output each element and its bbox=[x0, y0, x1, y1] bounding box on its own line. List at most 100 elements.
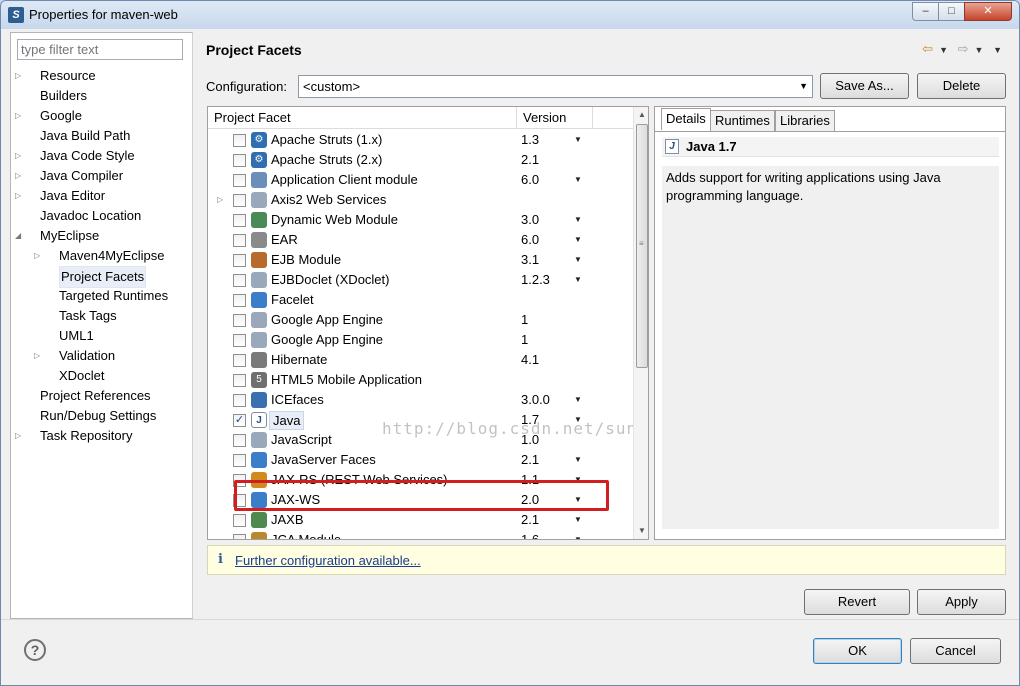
facet-checkbox[interactable] bbox=[233, 374, 246, 387]
facet-checkbox[interactable] bbox=[233, 394, 246, 407]
facet-checkbox[interactable] bbox=[233, 154, 246, 167]
version-dropdown-icon[interactable]: ▼ bbox=[574, 230, 582, 250]
tab-runtimes[interactable]: Runtimes bbox=[710, 110, 775, 131]
revert-button[interactable]: Revert bbox=[804, 589, 910, 615]
facet-checkbox[interactable] bbox=[233, 454, 246, 467]
facet-checkbox[interactable] bbox=[233, 354, 246, 367]
save-as-button[interactable]: Save As... bbox=[820, 73, 909, 99]
facet-checkbox[interactable] bbox=[233, 294, 246, 307]
apply-button[interactable]: Apply bbox=[917, 589, 1006, 615]
facet-row[interactable]: ⚙ Apache Struts (2.x) 2.1 bbox=[208, 150, 633, 170]
collapsed-arrow-icon[interactable]: ▷ bbox=[34, 246, 44, 266]
facet-version[interactable]: 3.0.0 bbox=[521, 390, 550, 410]
facet-row[interactable]: Google App Engine 1 bbox=[208, 330, 633, 350]
sidebar-item[interactable]: ▷ Validation bbox=[11, 346, 192, 366]
facet-version[interactable]: 1.2.3 bbox=[521, 270, 550, 290]
version-dropdown-icon[interactable]: ▼ bbox=[574, 510, 582, 530]
version-dropdown-icon[interactable]: ▼ bbox=[574, 450, 582, 470]
forward-arrow-icon[interactable]: ⇨ bbox=[958, 41, 969, 56]
facet-row[interactable]: JavaServer Faces 2.1 ▼ bbox=[208, 450, 633, 470]
facet-checkbox[interactable] bbox=[233, 134, 246, 147]
facet-row[interactable]: EJB Module 3.1 ▼ bbox=[208, 250, 633, 270]
sidebar-item[interactable]: Project Facets bbox=[11, 266, 192, 288]
sidebar-item[interactable]: ▷ Java Editor bbox=[11, 186, 192, 206]
configuration-select[interactable]: <custom> ▼ bbox=[298, 75, 813, 98]
facet-version[interactable]: 6.0 bbox=[521, 230, 539, 250]
facet-row[interactable]: Hibernate 4.1 bbox=[208, 350, 633, 370]
facet-row[interactable]: ICEfaces 3.0.0 ▼ bbox=[208, 390, 633, 410]
facet-version[interactable]: 3.0 bbox=[521, 210, 539, 230]
back-arrow-icon[interactable]: ⇦ bbox=[922, 41, 933, 56]
version-dropdown-icon[interactable]: ▼ bbox=[574, 390, 582, 410]
collapsed-arrow-icon[interactable]: ▷ bbox=[15, 66, 25, 86]
version-dropdown-icon[interactable]: ▼ bbox=[574, 250, 582, 270]
forward-menu-icon[interactable]: ▼ bbox=[975, 45, 984, 55]
facet-checkbox[interactable] bbox=[233, 434, 246, 447]
sidebar-item[interactable]: Java Build Path bbox=[11, 126, 192, 146]
back-menu-icon[interactable]: ▼ bbox=[939, 45, 948, 55]
facet-row[interactable]: Application Client module 6.0 ▼ bbox=[208, 170, 633, 190]
maximize-button[interactable]: □ bbox=[938, 2, 965, 21]
facet-checkbox[interactable] bbox=[233, 314, 246, 327]
scroll-thumb[interactable]: ≡ bbox=[636, 124, 648, 368]
view-menu-icon[interactable]: ▼ bbox=[993, 45, 1002, 55]
facet-checkbox[interactable] bbox=[233, 334, 246, 347]
title-bar[interactable]: S Properties for maven-web – □ ✕ bbox=[1, 1, 1019, 29]
facet-checkbox[interactable] bbox=[233, 234, 246, 247]
help-icon[interactable]: ? bbox=[24, 639, 46, 661]
scroll-down-icon[interactable]: ▼ bbox=[634, 523, 648, 539]
facet-version[interactable]: 2.1 bbox=[521, 510, 539, 530]
facet-checkbox[interactable] bbox=[233, 174, 246, 187]
facet-version[interactable]: 3.1 bbox=[521, 250, 539, 270]
facet-row[interactable]: Google App Engine 1 bbox=[208, 310, 633, 330]
facet-checkbox[interactable]: ✓ bbox=[233, 414, 246, 427]
sidebar-item[interactable]: ▷ Java Code Style bbox=[11, 146, 192, 166]
facet-row[interactable]: ▷ Axis2 Web Services bbox=[208, 190, 633, 210]
sidebar-item[interactable]: Run/Debug Settings bbox=[11, 406, 192, 426]
expanded-arrow-icon[interactable]: ◢ bbox=[15, 226, 25, 246]
facet-row[interactable]: JCA Module 1.6 ▼ bbox=[208, 530, 633, 539]
collapsed-arrow-icon[interactable]: ▷ bbox=[15, 106, 25, 126]
scroll-up-icon[interactable]: ▲ bbox=[634, 107, 648, 123]
sidebar-item[interactable]: ◢ MyEclipse bbox=[11, 226, 192, 246]
facet-checkbox[interactable] bbox=[233, 214, 246, 227]
collapsed-arrow-icon[interactable]: ▷ bbox=[15, 166, 25, 186]
facet-checkbox[interactable] bbox=[233, 534, 246, 539]
tab-libraries[interactable]: Libraries bbox=[775, 110, 835, 131]
facet-version[interactable]: 1.3 bbox=[521, 130, 539, 150]
facet-row[interactable]: ⚙ Apache Struts (1.x) 1.3 ▼ bbox=[208, 130, 633, 150]
facet-version[interactable]: 6.0 bbox=[521, 170, 539, 190]
sidebar-item[interactable]: Builders bbox=[11, 86, 192, 106]
facet-row[interactable]: Facelet bbox=[208, 290, 633, 310]
facet-checkbox[interactable] bbox=[233, 194, 246, 207]
facet-row[interactable]: JAXB 2.1 ▼ bbox=[208, 510, 633, 530]
facet-checkbox[interactable] bbox=[233, 274, 246, 287]
sidebar-item[interactable]: Project References bbox=[11, 386, 192, 406]
facet-row[interactable]: 5 HTML5 Mobile Application bbox=[208, 370, 633, 390]
tab-details[interactable]: Details bbox=[661, 108, 711, 130]
collapsed-arrow-icon[interactable]: ▷ bbox=[217, 190, 223, 210]
collapsed-arrow-icon[interactable]: ▷ bbox=[34, 346, 44, 366]
sidebar-item[interactable]: ▷ Java Compiler bbox=[11, 166, 192, 186]
ok-button[interactable]: OK bbox=[813, 638, 902, 664]
column-header-facet[interactable]: Project Facet bbox=[214, 110, 291, 125]
sidebar-item[interactable]: Task Tags bbox=[11, 306, 192, 326]
sidebar-item[interactable]: ▷ Resource bbox=[11, 66, 192, 86]
cancel-button[interactable]: Cancel bbox=[910, 638, 1001, 664]
collapsed-arrow-icon[interactable]: ▷ bbox=[15, 186, 25, 206]
facet-row[interactable]: EAR 6.0 ▼ bbox=[208, 230, 633, 250]
version-dropdown-icon[interactable]: ▼ bbox=[574, 210, 582, 230]
version-dropdown-icon[interactable]: ▼ bbox=[574, 530, 582, 539]
facet-version[interactable]: 2.1 bbox=[521, 450, 539, 470]
sidebar-item[interactable]: ▷ Google bbox=[11, 106, 192, 126]
facet-checkbox[interactable] bbox=[233, 514, 246, 527]
minimize-button[interactable]: – bbox=[912, 2, 939, 21]
column-header-version[interactable]: Version bbox=[516, 107, 592, 129]
facet-checkbox[interactable] bbox=[233, 254, 246, 267]
further-configuration-link[interactable]: Further configuration available... bbox=[235, 553, 421, 568]
facet-version[interactable]: 1.6 bbox=[521, 530, 539, 539]
version-dropdown-icon[interactable]: ▼ bbox=[574, 270, 582, 290]
delete-button[interactable]: Delete bbox=[917, 73, 1006, 99]
facets-scrollbar[interactable]: ▲ ≡ ▼ bbox=[633, 107, 648, 539]
facet-row[interactable]: EJBDoclet (XDoclet) 1.2.3 ▼ bbox=[208, 270, 633, 290]
